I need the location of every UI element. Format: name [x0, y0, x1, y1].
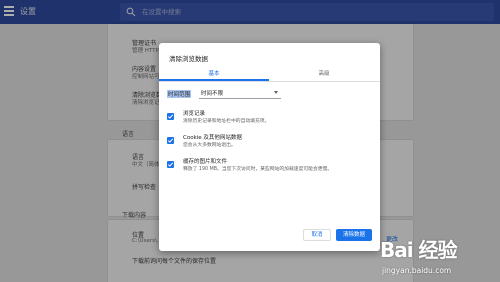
cache-checkbox[interactable]	[167, 161, 174, 168]
clear-browsing-data-dialog: 清除浏览数据 基本 高级 时间范围 时间不限 浏览记录 清除历史记录和地址栏中的…	[159, 43, 380, 251]
tab-divider	[159, 80, 380, 82]
check-icon	[167, 138, 174, 143]
time-range-label: 时间范围	[167, 90, 192, 98]
check-icon	[167, 114, 174, 119]
time-range-select[interactable]: 时间不限	[199, 87, 281, 99]
clear-data-button[interactable]: 清除数据	[336, 229, 372, 241]
dialog-title: 清除浏览数据	[169, 55, 208, 63]
watermark-logo: Bai 经验	[380, 238, 458, 262]
watermark: Bai 经验 jingyan.baidu.com	[380, 230, 500, 282]
history-option-desc: 清除历史记录和地址栏中的自动填充项。	[183, 119, 270, 124]
cookies-checkbox[interactable]	[167, 137, 174, 144]
cache-option-title: 缓存的图片和文件	[183, 159, 228, 165]
watermark-url: jingyan.baidu.com	[382, 266, 452, 275]
check-icon	[167, 162, 174, 167]
cookies-option-desc: 您会从大多数网站退出。	[183, 143, 236, 148]
cookies-option-title: Cookie 及其他网站数据	[183, 135, 242, 141]
dropdown-caret-icon	[274, 91, 278, 94]
cache-option-desc: 释放了 190 MB。当您下次访问时，某些网站的加载速度可能会更慢。	[183, 167, 333, 172]
history-checkbox[interactable]	[167, 113, 174, 120]
time-range-value: 时间不限	[201, 91, 224, 97]
cancel-button[interactable]: 取消	[303, 229, 331, 241]
history-option-title: 浏览记录	[183, 111, 206, 117]
tab-advanced[interactable]: 高级	[269, 69, 379, 81]
